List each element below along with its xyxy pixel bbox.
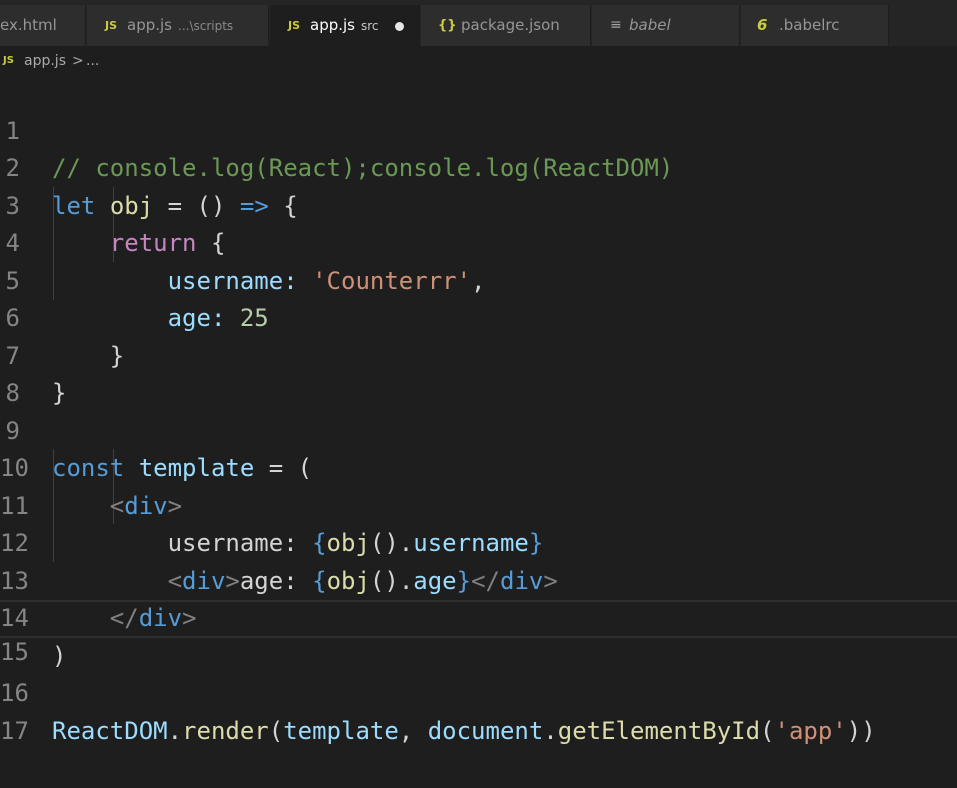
code-line-2[interactable]: 2 let obj = () => { [0, 113, 957, 220]
tab-app-js-src[interactable]: JS app.js src [270, 5, 420, 46]
js-file-icon: JS [105, 19, 118, 32]
function-call: getElementById [557, 716, 761, 745]
code-line-1[interactable]: 1 // console.log(React);console.log(Reac… [0, 75, 957, 183]
punctuation: ( [268, 716, 284, 745]
breadcrumb-file[interactable]: app.js [24, 46, 66, 76]
code-line-7[interactable]: 7 } [0, 300, 957, 408]
tab-label: app.js [127, 16, 172, 34]
punctuation: , [398, 716, 428, 745]
code-line-13[interactable]: 13 </div> [0, 525, 957, 633]
code-line-5[interactable]: 5 age: 25 [0, 225, 957, 333]
unsaved-changes-dot-icon[interactable] [395, 22, 404, 31]
string: 'app' [774, 716, 847, 745]
code-line-11[interactable]: 11 username: {obj().username} [0, 450, 957, 558]
tab-babel[interactable]: ≡ babel [592, 5, 740, 46]
code-line-12[interactable]: 12 <div>age: {obj().age}</div> [0, 488, 957, 595]
code-line-14[interactable]: 14 ) [0, 563, 957, 670]
identifier: template [283, 716, 399, 745]
punctuation: . [167, 716, 183, 745]
file-lines-icon: ≡ [610, 17, 622, 33]
editor-tab-bar: ex.html JS app.js ...\scripts JS app.js sr… [0, 0, 957, 46]
identifier: document [427, 716, 544, 745]
tab-label: package.json [461, 16, 560, 34]
code-line-8[interactable]: 8 [0, 338, 957, 407]
babel-file-icon: 6 [757, 16, 768, 34]
tab-package-json[interactable]: {} package.json [421, 5, 591, 46]
punctuation: . [543, 716, 558, 745]
line-number: 17 [0, 716, 29, 745]
code-editor[interactable]: 1 // console.log(React);console.log(Reac… [0, 75, 957, 745]
tab-label: .babelrc [779, 16, 840, 34]
identifier: ReactDOM [52, 716, 168, 745]
breadcrumb-separator-icon: > [72, 53, 84, 69]
tab-label: ex.html [0, 16, 57, 34]
js-file-icon: JS [288, 19, 301, 32]
code-line-10[interactable]: 10 <div> [0, 413, 957, 520]
tab-babelrc[interactable]: 6 .babelrc [741, 5, 889, 46]
breadcrumb: JS app.js > ... [0, 46, 957, 76]
code-line-3[interactable]: 3 return { [0, 150, 957, 258]
code-line-15-current[interactable]: 15 [0, 600, 957, 666]
punctuation: ( [760, 716, 775, 745]
code-line-4[interactable]: 4 username: 'Counterrr', [0, 188, 957, 295]
json-file-icon: {} [438, 18, 457, 33]
tab-label: babel [629, 16, 671, 34]
js-file-icon: JS [3, 55, 14, 66]
tab-index-html[interactable]: ex.html [0, 5, 86, 46]
tab-app-js-scripts[interactable]: JS app.js ...\scripts [87, 5, 269, 46]
tab-description: src [361, 19, 379, 33]
code-line-9[interactable]: 9 const template = ( [0, 375, 957, 483]
code-line-6[interactable]: 6 } [0, 263, 957, 370]
breadcrumb-symbols[interactable]: ... [86, 46, 99, 76]
code-line-17[interactable]: 17 [0, 675, 957, 745]
code-line-16[interactable]: 16 ReactDOM.render(template, document.ge… [0, 638, 957, 745]
tab-description: ...\scripts [178, 19, 234, 33]
function-call: render [182, 716, 269, 745]
tab-label: app.js [310, 16, 355, 34]
punctuation: )) [846, 716, 876, 745]
